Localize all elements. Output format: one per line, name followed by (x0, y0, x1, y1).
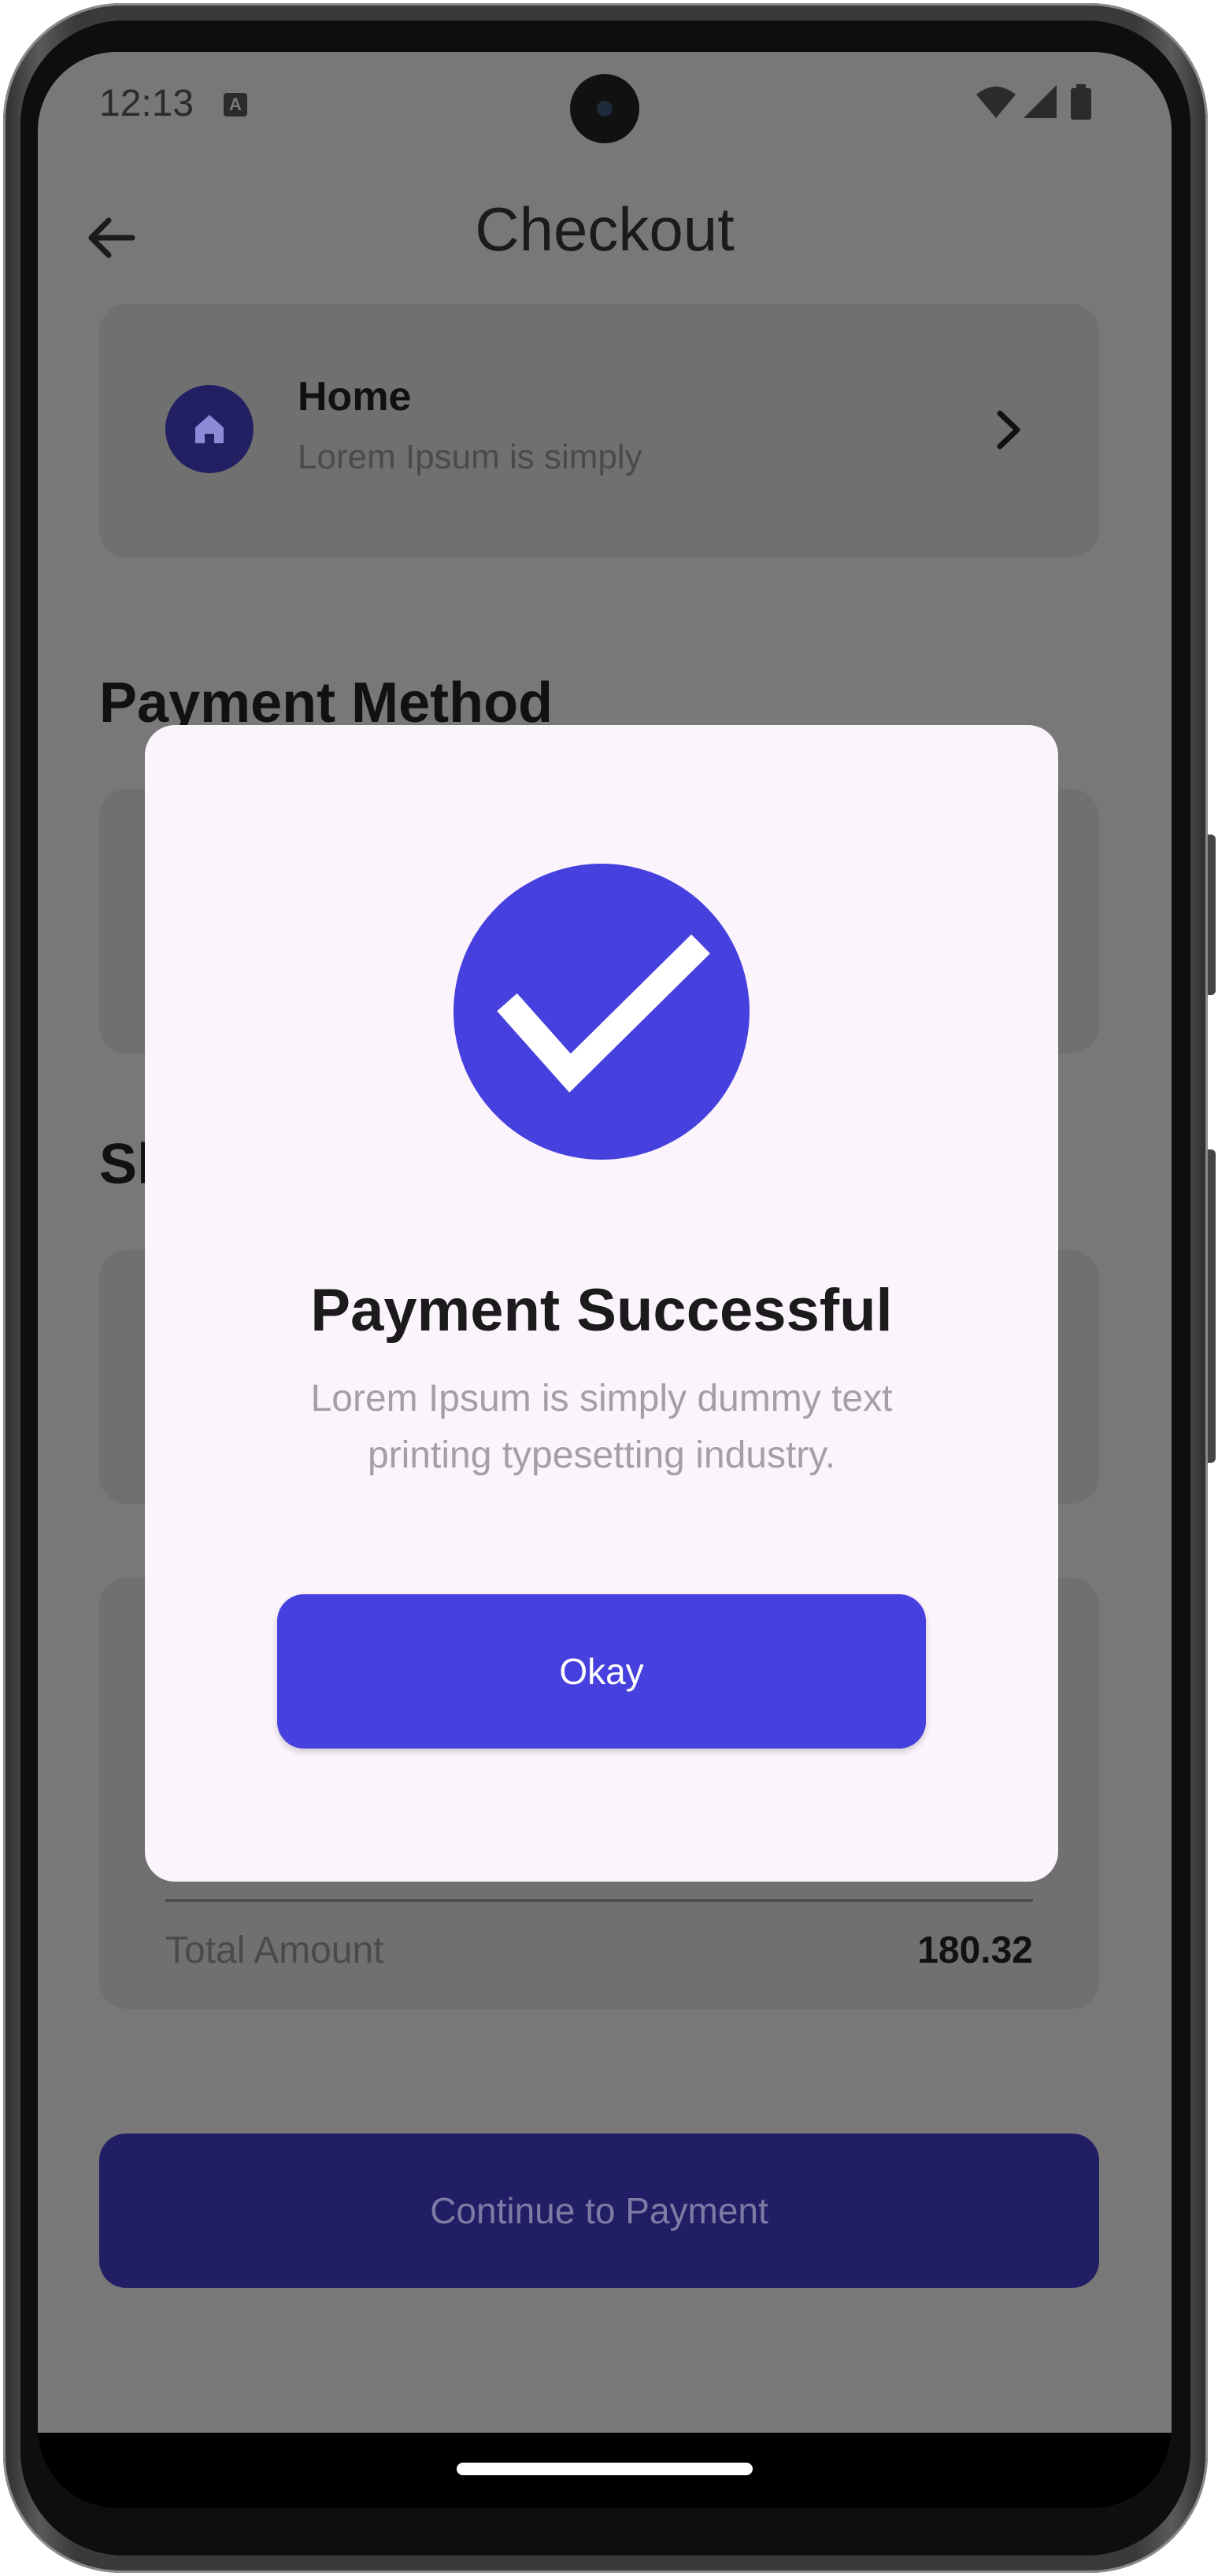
total-amount-value: 180.32 (917, 1930, 1033, 1971)
check-circle-icon (454, 864, 750, 1160)
notification-icon: A (224, 93, 247, 117)
total-amount-label: Total Amount (165, 1930, 384, 1971)
continue-to-payment-button[interactable]: Continue to Payment (99, 2134, 1099, 2288)
home-icon (165, 385, 254, 473)
wifi-icon (976, 87, 1016, 118)
address-card[interactable]: Home Lorem Ipsum is simply (99, 304, 1099, 557)
battery-icon (1071, 84, 1091, 120)
status-time: 12:13 (99, 83, 194, 124)
home-indicator[interactable] (457, 2463, 753, 2475)
front-camera (570, 74, 639, 143)
gesture-nav-bar (38, 2433, 1172, 2508)
screen: 12:13 A Checkout Home Lorem Ipsum is sim… (38, 52, 1172, 2508)
page-title: Checkout (475, 194, 735, 264)
dialog-message: Lorem Ipsum is simply dummy text printin… (310, 1378, 893, 1476)
signal-icon (1024, 85, 1057, 118)
power-button (1208, 835, 1216, 995)
system-icons (975, 83, 1101, 127)
address-subtitle: Lorem Ipsum is simply (298, 438, 642, 476)
dialog-title: Payment Successful (310, 1277, 893, 1344)
status-bar: 12:13 A (38, 52, 1172, 170)
volume-button (1208, 1149, 1216, 1463)
summary-divider (165, 1899, 1033, 1902)
chevron-right-icon (981, 402, 1036, 461)
address-title: Home (298, 374, 412, 420)
payment-success-dialog: Payment Successful Lorem Ipsum is simply… (145, 725, 1058, 1882)
okay-button[interactable]: Okay (277, 1594, 926, 1749)
